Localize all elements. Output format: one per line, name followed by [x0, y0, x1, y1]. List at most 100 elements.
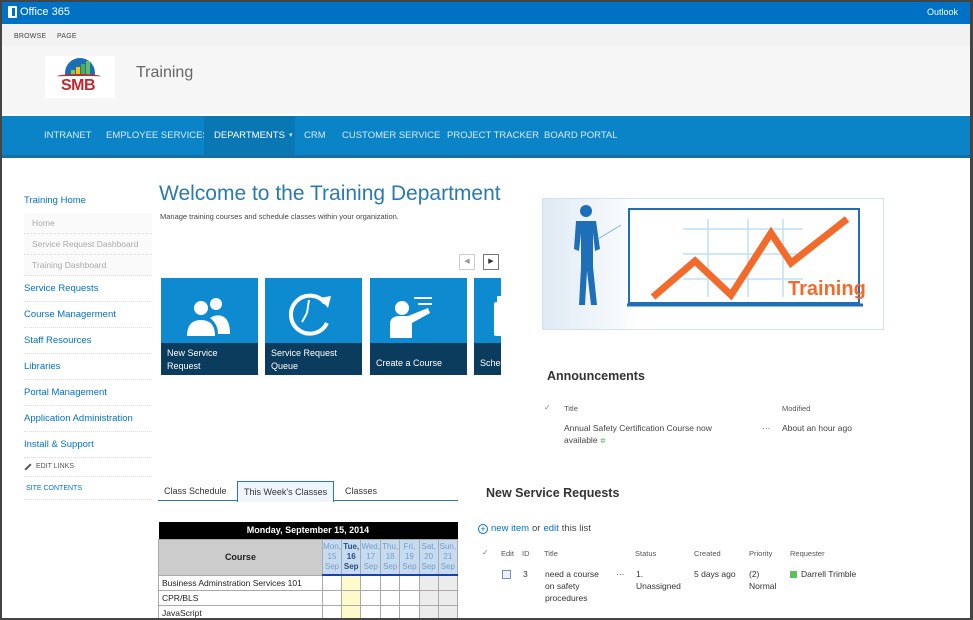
office365-icon: [8, 6, 17, 18]
calendar-cell[interactable]: [341, 604, 362, 618]
nav-crm[interactable]: CRM: [294, 116, 336, 155]
tile-label: Create a Course: [370, 343, 467, 375]
nav-board-portal[interactable]: BOARD PORTAL: [534, 116, 628, 155]
col-priority[interactable]: Priority: [749, 549, 772, 558]
outlook-link[interactable]: Outlook: [927, 7, 958, 17]
leftnav-course-management[interactable]: Course Managerment: [24, 306, 152, 328]
page-frame: Office 365 Outlook BROWSE PAGE SMB Train…: [2, 2, 970, 618]
announcements-col-title[interactable]: Title: [564, 404, 578, 413]
edit-links-button[interactable]: EDIT LINKS: [24, 458, 152, 477]
leftnav-install-support[interactable]: Install & Support: [24, 436, 152, 458]
calendar-cell[interactable]: [418, 604, 439, 618]
tile-schedule[interactable]: Schedule: [474, 278, 501, 375]
day-column-header[interactable]: Mon, 15 Sep: [321, 538, 343, 576]
day-column-header[interactable]: Thu, 18 Sep: [380, 538, 401, 576]
tile-service-request-queue[interactable]: Service Request Queue: [265, 278, 362, 375]
announcement-title: Annual Safety Certification Course now a…: [564, 423, 712, 445]
col-status[interactable]: Status: [635, 549, 656, 558]
calendar-cell[interactable]: [321, 604, 343, 618]
leftnav-libraries[interactable]: Libraries: [24, 358, 152, 380]
training-illustration-icon: Training: [574, 205, 866, 307]
nav-departments[interactable]: DEPARTMENTS: [204, 116, 295, 155]
site-logo[interactable]: SMB: [45, 56, 115, 98]
day-column-header[interactable]: Wed, 17 Sep: [360, 538, 382, 576]
calendar-title: Monday, September 15, 2014: [158, 522, 458, 539]
leftnav-sub-home[interactable]: Home: [24, 213, 152, 234]
nav-intranet[interactable]: INTRANET: [34, 116, 102, 155]
calendar-cell[interactable]: [341, 574, 362, 591]
col-title[interactable]: Title: [544, 549, 558, 558]
site-title[interactable]: Training: [136, 64, 193, 82]
tab-classes[interactable]: Classes: [339, 481, 383, 502]
announcements-col-modified[interactable]: Modified: [782, 404, 810, 413]
calendar-cell[interactable]: [380, 574, 401, 591]
nav-customer-service[interactable]: CUSTOMER SERVICE: [332, 116, 450, 155]
day-column-header[interactable]: Sat, 20 Sep: [418, 538, 439, 576]
calendar-cell[interactable]: [437, 604, 459, 618]
course-name[interactable]: Business Adminstration Services 101: [158, 574, 323, 591]
schedule-tabs: Class Schedule This Week's Classes Class…: [158, 481, 458, 502]
office365-brand[interactable]: Office 365: [8, 6, 70, 18]
course-name[interactable]: CPR/BLS: [158, 589, 323, 606]
calendar-cell[interactable]: [380, 604, 401, 618]
calendar-cell[interactable]: [341, 589, 362, 606]
leftnav-service-requests[interactable]: Service Requests: [24, 280, 152, 302]
brand-label: Office 365: [20, 6, 70, 18]
calendar-cell[interactable]: [360, 604, 382, 618]
more-options-icon[interactable]: ···: [762, 422, 771, 434]
calendar-cell[interactable]: [321, 574, 343, 591]
request-title[interactable]: need a course on safety procedures: [545, 568, 601, 604]
suite-bar: Office 365 Outlook: [2, 2, 970, 24]
tab-class-schedule[interactable]: Class Schedule: [158, 481, 233, 502]
nav-project-tracker[interactable]: PROJECT TRACKER: [437, 116, 549, 155]
announcement-item[interactable]: Annual Safety Certification Course now a…: [564, 422, 744, 448]
leftnav-sub-training-dashboard[interactable]: Training Dashboard: [24, 255, 152, 276]
edit-item-icon[interactable]: [502, 570, 511, 579]
calendar-cell[interactable]: [399, 574, 420, 591]
site-header: SMB Training: [2, 46, 970, 114]
calendar-cell[interactable]: [418, 574, 439, 591]
course-name[interactable]: JavaScript: [158, 604, 323, 618]
checkmark-icon[interactable]: ✓: [544, 403, 551, 412]
col-created[interactable]: Created: [694, 549, 721, 558]
nav-employee-services[interactable]: EMPLOYEE SERVICES: [96, 116, 219, 155]
new-item-link[interactable]: new item: [491, 523, 529, 534]
calendar-cell[interactable]: [360, 589, 382, 606]
day-header-mon: Sep: [343, 561, 359, 571]
leftnav-staff-resources[interactable]: Staff Resources: [24, 332, 152, 354]
day-column-header[interactable]: Sun, 21 Sep: [437, 538, 459, 576]
day-column-header[interactable]: Fri, 19 Sep: [399, 538, 420, 576]
request-requester[interactable]: Darrell Trimble: [790, 568, 856, 580]
leftnav-application-administration[interactable]: Application Administration: [24, 410, 152, 432]
previous-button[interactable]: ◀: [459, 254, 475, 270]
calendar-cell[interactable]: [399, 589, 420, 606]
leftnav-training-home[interactable]: Training Home: [24, 192, 152, 213]
day-header-date: 17: [366, 551, 376, 561]
day-column-header[interactable]: Tue, 16 Sep: [341, 538, 362, 576]
more-options-icon[interactable]: ···: [616, 568, 625, 580]
dropdown-caret-icon[interactable]: ▾: [289, 116, 293, 155]
site-contents-link[interactable]: SITE CONTENTS: [24, 477, 152, 500]
calendar-cell[interactable]: [399, 604, 420, 618]
edit-list-link[interactable]: edit: [543, 523, 558, 534]
leftnav-portal-management[interactable]: Portal Management: [24, 384, 152, 406]
ribbon-tab-page[interactable]: PAGE: [57, 33, 77, 40]
calendar-icon: [494, 296, 501, 336]
calendar-cell[interactable]: [418, 589, 439, 606]
tile-new-service-request[interactable]: New Service Request: [161, 278, 258, 375]
tile-create-course[interactable]: Create a Course: [370, 278, 467, 375]
leftnav-sub-service-request-dashboard[interactable]: Service Request Dashboard: [24, 234, 152, 255]
col-edit[interactable]: Edit: [501, 549, 514, 558]
col-id[interactable]: ID: [522, 549, 530, 558]
ribbon-tab-browse[interactable]: BROWSE: [14, 33, 46, 40]
tab-this-weeks-classes[interactable]: This Week's Classes: [237, 481, 335, 502]
plus-circle-icon[interactable]: +: [478, 523, 488, 534]
checkmark-icon[interactable]: ✓: [482, 548, 489, 557]
calendar-cell[interactable]: [321, 589, 343, 606]
calendar-cell[interactable]: [437, 574, 459, 591]
calendar-cell[interactable]: [360, 574, 382, 591]
calendar-cell[interactable]: [437, 589, 459, 606]
col-requester[interactable]: Requester: [790, 549, 825, 558]
calendar-cell[interactable]: [380, 589, 401, 606]
next-button[interactable]: ▶: [483, 254, 499, 270]
